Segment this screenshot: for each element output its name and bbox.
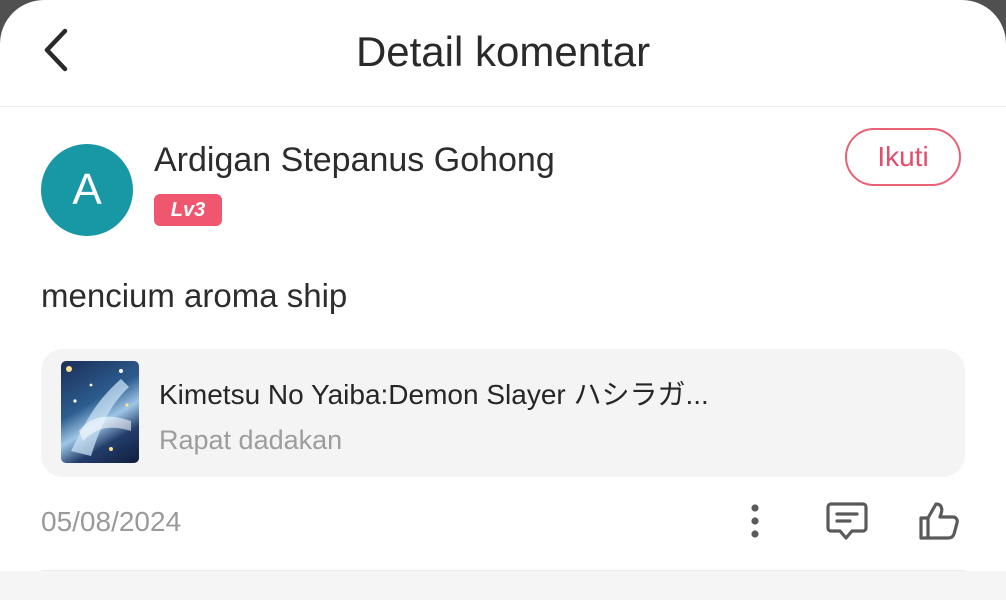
- reply-button[interactable]: [824, 498, 870, 544]
- more-vertical-icon: [751, 504, 759, 538]
- work-card[interactable]: Kimetsu No Yaiba:Demon Slayer ハシラガ... Ra…: [41, 349, 965, 477]
- more-options-button[interactable]: [734, 498, 776, 544]
- work-cover-image: [61, 361, 139, 463]
- avatar[interactable]: A: [41, 144, 133, 236]
- author-name[interactable]: Ardigan Stepanus Gohong: [154, 138, 555, 182]
- follow-button[interactable]: Ikuti: [845, 128, 961, 186]
- page-title: Detail komentar: [355, 28, 651, 75]
- header-bar: Detail komentar: [0, 0, 1006, 107]
- comment-date: 05/08/2024: [41, 506, 182, 537]
- thumbs-up-icon: [919, 502, 959, 540]
- like-button[interactable]: [914, 496, 964, 546]
- comment-text: mencium aroma ship: [41, 277, 348, 314]
- comment-detail-screen: Detail komentar A Ardigan Stepanus Gohon…: [0, 0, 1006, 600]
- cover-art: [66, 366, 131, 456]
- avatar-initial: A: [72, 165, 102, 214]
- comment-icon: [826, 502, 868, 540]
- work-title: Kimetsu No Yaiba:Demon Slayer ハシラガ...: [159, 379, 709, 410]
- section-separator: [0, 571, 1006, 600]
- work-subtitle: Rapat dadakan: [159, 425, 343, 455]
- level-badge: Lv3: [154, 194, 222, 226]
